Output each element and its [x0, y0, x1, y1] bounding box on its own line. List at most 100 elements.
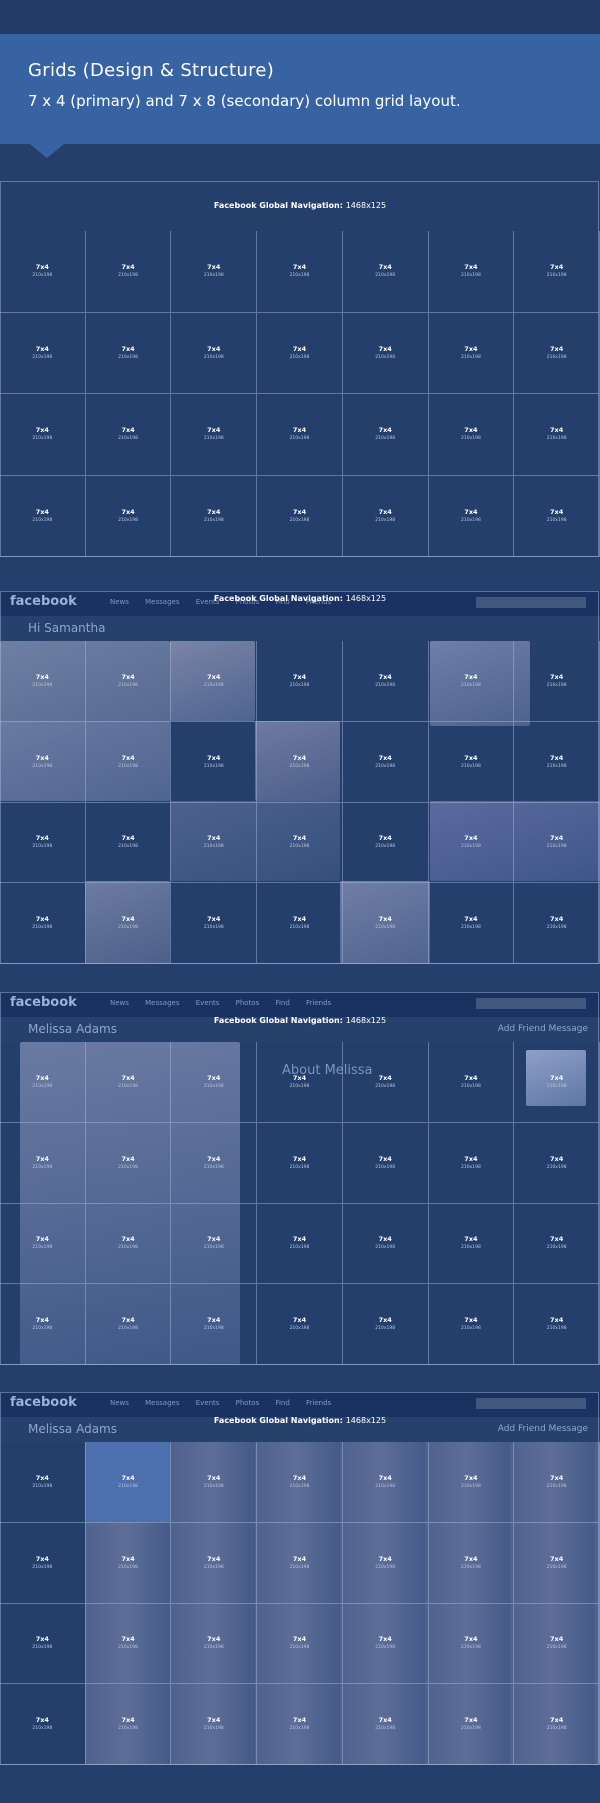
grid-cell: 7x4 210x198	[342, 1284, 429, 1365]
grid-cell-size: 210x198	[375, 1726, 396, 1732]
grid-cell: 7x4 210x198	[85, 1603, 172, 1685]
grid-cell: 7x4 210x198	[85, 1203, 172, 1285]
grid-cell-size: 210x198	[546, 1483, 567, 1489]
grid-cell-size: 210x198	[289, 517, 310, 523]
grid-cell: 7x4 210x198	[514, 312, 600, 394]
grid-cell: 7x4 210x198	[257, 475, 343, 557]
grid-cell-label: 7x4	[464, 915, 478, 924]
grid-cell-label: 7x4	[35, 1154, 49, 1163]
grid-cell: 7x4 210x198	[257, 1284, 343, 1365]
grid-cell-size: 210x198	[289, 1326, 310, 1332]
grid-cell-label: 7x4	[207, 507, 221, 516]
grid-cell-size: 210x198	[203, 763, 224, 769]
grid-cell: 7x4 210x198	[171, 1122, 258, 1204]
grid-cell-label: 7x4	[207, 1235, 221, 1244]
grid-cell-size: 210x198	[118, 763, 138, 769]
grid-cell-size: 210x198	[118, 1083, 138, 1089]
grid-cell-size: 210x198	[203, 1645, 224, 1651]
grid-cell-size: 210x198	[546, 1164, 567, 1170]
grid-cell-size: 210x198	[32, 1326, 53, 1332]
fb-search	[476, 1398, 586, 1409]
grid-cell: 7x4 210x198	[85, 1284, 172, 1365]
grid-cell-size: 210x198	[375, 844, 396, 850]
grid-cell-label: 7x4	[550, 263, 564, 272]
grid-cell: 7x4 210x198	[85, 883, 172, 964]
grid-cell: 7x4 210x198	[428, 475, 515, 557]
grid-cell-size: 210x198	[375, 1645, 396, 1651]
nav-label: Facebook Global Navigation: 1468x125	[213, 1416, 387, 1425]
grid-cell-label: 7x4	[35, 834, 49, 843]
grid-cell-size: 210x198	[118, 1645, 138, 1651]
grid-cell: 7x4 210x198	[342, 231, 429, 313]
grid-cell-size: 210x198	[32, 517, 53, 523]
grid-cell-size: 210x198	[118, 273, 138, 279]
grid-cell-size: 210x198	[203, 1483, 224, 1489]
grid-cell: 7x4 210x198	[171, 641, 258, 722]
grid-cell-label: 7x4	[35, 753, 49, 762]
grid-block-profile: About Melissa facebook News Messages Eve…	[0, 992, 600, 1365]
grid-cell: 7x4 210x198	[257, 641, 343, 722]
grid-cell-label: 7x4	[207, 1154, 221, 1163]
grid-cell-label: 7x4	[35, 1073, 49, 1082]
grid-cell-size: 210x198	[546, 925, 567, 931]
grid-cell-size: 210x198	[32, 1164, 53, 1170]
grid-cell: 7x4 210x198	[0, 802, 86, 884]
grid-cell: 7x4 210x198	[257, 802, 343, 884]
grid-block-home: facebook News Messages Events Photos Fin…	[0, 591, 600, 964]
grid-cell-label: 7x4	[464, 1635, 478, 1644]
grid-cell-size: 210x198	[546, 1245, 567, 1251]
grid-cell-label: 7x4	[121, 915, 135, 924]
grid-cell: 7x4 210x198	[85, 312, 172, 394]
grid-cell: 7x4 210x198	[257, 1522, 343, 1604]
grid-cell-size: 210x198	[375, 1326, 396, 1332]
grid-cell-label: 7x4	[207, 1316, 221, 1325]
grid-cell: 7x4 210x198	[0, 1284, 86, 1365]
grid-cell-size: 210x198	[289, 925, 310, 931]
grid-cell: 7x4 210x198	[342, 883, 429, 964]
grid-cell-size: 210x198	[32, 1483, 53, 1489]
grid-cell: 7x4 210x198	[428, 1122, 515, 1204]
grid-cell: 7x4 210x198	[428, 883, 515, 964]
grid-cell: 7x4 210x198	[428, 641, 515, 722]
grid-cell-size: 210x198	[546, 763, 567, 769]
grid-cell: 7x4 210x198	[342, 394, 429, 476]
grid-cell: 7x4 210x198	[514, 1284, 600, 1365]
grid-cell-label: 7x4	[35, 1473, 49, 1482]
grid-cell: 7x4 210x198	[0, 641, 86, 722]
grid-cell: 7x4 210x198	[342, 1522, 429, 1604]
grid-cell-label: 7x4	[35, 915, 49, 924]
page-header: Grids (Design & Structure) 7 x 4 (primar…	[0, 34, 600, 158]
grid-cell-size: 210x198	[203, 1164, 224, 1170]
grid-cell-label: 7x4	[35, 426, 49, 435]
grid-cell-label: 7x4	[378, 1316, 392, 1325]
grid-cell-label: 7x4	[550, 344, 564, 353]
grid-cell-size: 210x198	[289, 436, 310, 442]
grid-cell: 7x4 210x198	[514, 1603, 600, 1685]
grid-cell-label: 7x4	[378, 1635, 392, 1644]
grid-cell: 7x4 210x198	[342, 1042, 429, 1123]
grid-cell: 7x4 210x198	[0, 1122, 86, 1204]
grid-cell-size: 210x198	[289, 844, 310, 850]
grid-cell-size: 210x198	[461, 436, 481, 442]
grid-cell: 7x4 210x198	[85, 1684, 172, 1765]
grid-cell: 7x4 210x198	[85, 394, 172, 476]
grid-cell-label: 7x4	[292, 1073, 307, 1082]
grid-cell-label: 7x4	[550, 1154, 564, 1163]
grid-cell-label: 7x4	[550, 753, 564, 762]
grid-cell-label: 7x4	[35, 263, 49, 272]
grid-cell-size: 210x198	[546, 1326, 567, 1332]
grid-cell-size: 210x198	[32, 763, 53, 769]
grid-cell-size: 210x198	[203, 273, 224, 279]
grid-cell-label: 7x4	[464, 263, 478, 272]
grid-cell-label: 7x4	[550, 672, 564, 681]
grid-cell-label: 7x4	[550, 507, 564, 516]
grid-cell-size: 210x198	[203, 925, 224, 931]
grid-cell: 7x4 210x198	[257, 1442, 343, 1523]
grid-cell: 7x4 210x198	[0, 1684, 86, 1765]
grid-cell-label: 7x4	[292, 344, 307, 353]
grid-cell-label: 7x4	[550, 1473, 564, 1482]
column-grid: 7x4 210x198 7x4 210x198 7x4 210x198 7x4 210x198…	[0, 1042, 600, 1365]
grid-cell-label: 7x4	[292, 1316, 307, 1325]
grid-cell-label: 7x4	[550, 1316, 564, 1325]
grid-cell-size: 210x198	[203, 1245, 224, 1251]
